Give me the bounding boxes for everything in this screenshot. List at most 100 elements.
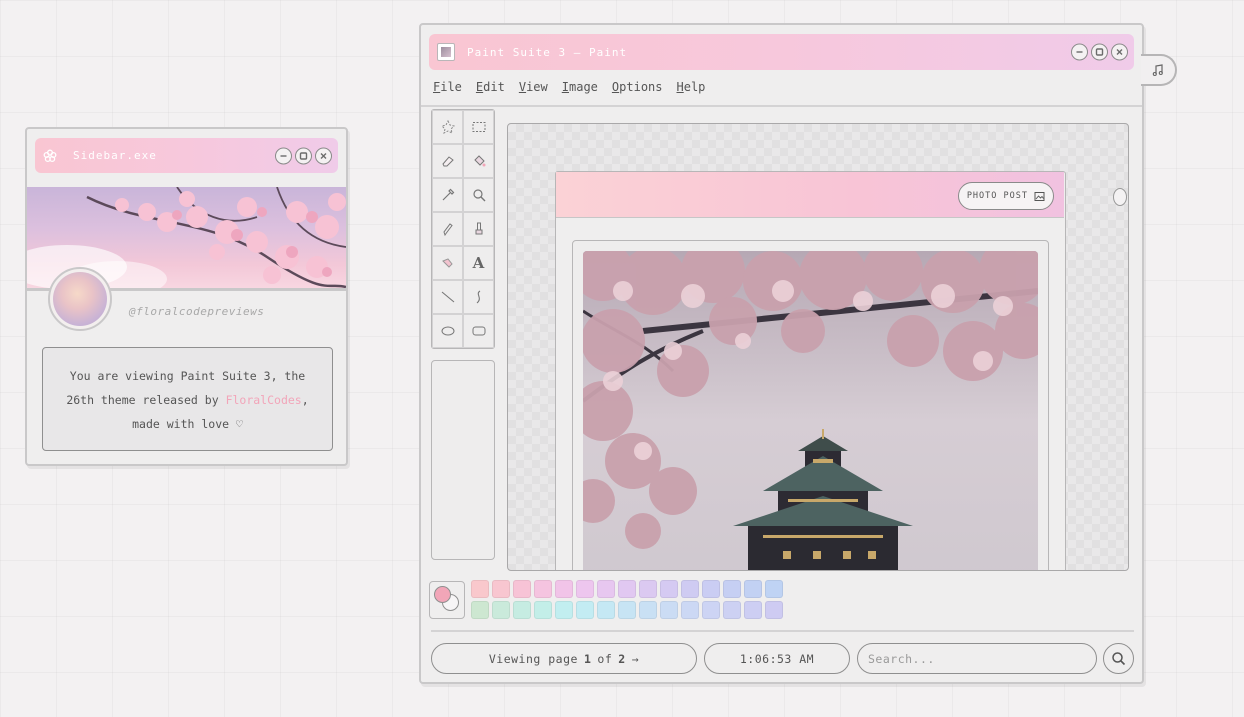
tool-curve[interactable]: [463, 280, 494, 314]
image-icon: [1034, 191, 1045, 201]
brush-icon: [475, 222, 482, 235]
close-icon: [1116, 49, 1123, 55]
color-swatch[interactable]: [576, 580, 594, 598]
post-photo[interactable]: [583, 251, 1038, 570]
color-swatch[interactable]: [639, 580, 657, 598]
color-swatch[interactable]: [618, 601, 636, 619]
color-swatch[interactable]: [723, 601, 741, 619]
magnifier-icon: [472, 189, 485, 202]
rounded-rect-icon: [472, 326, 485, 336]
color-swatch[interactable]: [513, 580, 531, 598]
color-swatch[interactable]: [681, 580, 699, 598]
search-field[interactable]: [857, 643, 1097, 674]
color-swatch[interactable]: [555, 601, 573, 619]
close-button[interactable]: [1111, 43, 1128, 61]
swatch-grid: [471, 580, 783, 619]
color-swatch[interactable]: [597, 580, 615, 598]
menu-edit[interactable]: Edit: [476, 80, 505, 94]
floralcodes-link[interactable]: FloralCodes: [226, 393, 302, 407]
tool-rounded-rect[interactable]: [463, 314, 494, 348]
tool-brush[interactable]: [463, 212, 494, 246]
color-swatch[interactable]: [534, 580, 552, 598]
paint-title: Paint Suite 3 – Paint: [467, 45, 628, 59]
close-icon: [320, 152, 327, 159]
about-line-3: made with love ♡: [132, 417, 243, 431]
maximize-icon: [1095, 48, 1104, 56]
color-swatch[interactable]: [618, 580, 636, 598]
arrow-right-icon[interactable]: →: [632, 652, 639, 666]
color-swatch[interactable]: [555, 580, 573, 598]
color-swatch[interactable]: [723, 580, 741, 598]
foreground-color-swatch[interactable]: [434, 585, 451, 603]
search-icon: [1112, 652, 1126, 666]
menu-file[interactable]: File: [433, 80, 462, 94]
color-swatch[interactable]: [492, 601, 510, 619]
tool-ellipse[interactable]: [432, 314, 463, 348]
color-swatch[interactable]: [744, 580, 762, 598]
ellipse-icon: [441, 326, 454, 336]
page-indicator[interactable]: Viewing page 1 of 2 →: [431, 643, 697, 674]
color-swatch[interactable]: [639, 601, 657, 619]
color-swatch[interactable]: [534, 601, 552, 619]
color-swatch[interactable]: [576, 601, 594, 619]
color-swatch[interactable]: [702, 601, 720, 619]
scroll-knob[interactable]: [1113, 188, 1127, 206]
maximize-button[interactable]: [1091, 43, 1108, 61]
canvas-area[interactable]: PHOTO POST: [507, 123, 1129, 571]
music-player-toggle[interactable]: [1141, 54, 1177, 86]
color-swatch[interactable]: [492, 580, 510, 598]
maximize-icon: [299, 151, 308, 160]
tool-eraser[interactable]: [432, 144, 463, 178]
color-swatch[interactable]: [765, 580, 783, 598]
tool-color-picker[interactable]: [432, 178, 463, 212]
current-color[interactable]: [429, 580, 465, 619]
avatar[interactable]: [48, 267, 112, 331]
music-note-icon: [1152, 64, 1163, 77]
about-box: You are viewing Paint Suite 3, the 26th …: [42, 347, 333, 451]
color-swatch[interactable]: [744, 601, 762, 619]
color-swatch[interactable]: [765, 601, 783, 619]
toolbox: A: [431, 109, 495, 349]
search-button[interactable]: [1103, 643, 1134, 674]
rect-select-icon: [472, 122, 485, 132]
color-swatch[interactable]: [471, 580, 489, 598]
maximize-button[interactable]: [295, 147, 312, 164]
color-picker-icon: [442, 188, 454, 201]
photo-frame: [572, 240, 1049, 570]
color-swatch[interactable]: [597, 601, 615, 619]
tool-text[interactable]: A: [463, 246, 494, 280]
minimize-button[interactable]: [275, 147, 292, 164]
pencil-icon: [442, 223, 453, 237]
tool-magnifier[interactable]: [463, 178, 494, 212]
color-swatch[interactable]: [702, 580, 720, 598]
sidebar-titlebar[interactable]: Sidebar.exe: [35, 138, 338, 173]
paint-titlebar[interactable]: Paint Suite 3 – Paint: [429, 34, 1134, 70]
paint-app-icon: [437, 43, 455, 61]
photo-post-button[interactable]: PHOTO POST: [957, 182, 1054, 210]
tool-rect-select[interactable]: [463, 110, 494, 144]
menu-options[interactable]: Options: [612, 80, 663, 94]
search-input[interactable]: [868, 651, 1088, 666]
menu-view[interactable]: View: [519, 80, 548, 94]
color-swatch[interactable]: [660, 580, 678, 598]
user-handle: @floralcodepreviews: [129, 305, 265, 318]
minimize-button[interactable]: [1071, 43, 1088, 61]
menu-help[interactable]: Help: [677, 80, 706, 94]
eraser-icon: [441, 156, 454, 167]
color-swatch[interactable]: [471, 601, 489, 619]
menu-bar: File Edit View Image Options Help: [433, 80, 705, 94]
airbrush-icon: [441, 258, 453, 268]
menu-image[interactable]: Image: [562, 80, 598, 94]
tool-line[interactable]: [432, 280, 463, 314]
color-swatch[interactable]: [660, 601, 678, 619]
tool-free-select[interactable]: [432, 110, 463, 144]
tool-options-panel: [431, 360, 495, 560]
minimize-icon: [1076, 51, 1083, 53]
tool-fill[interactable]: [463, 144, 494, 178]
close-button[interactable]: [315, 147, 332, 164]
color-swatch[interactable]: [513, 601, 531, 619]
about-line-1: You are viewing Paint Suite 3, the: [69, 369, 306, 383]
tool-pencil[interactable]: [432, 212, 463, 246]
tool-airbrush[interactable]: [432, 246, 463, 280]
color-swatch[interactable]: [681, 601, 699, 619]
